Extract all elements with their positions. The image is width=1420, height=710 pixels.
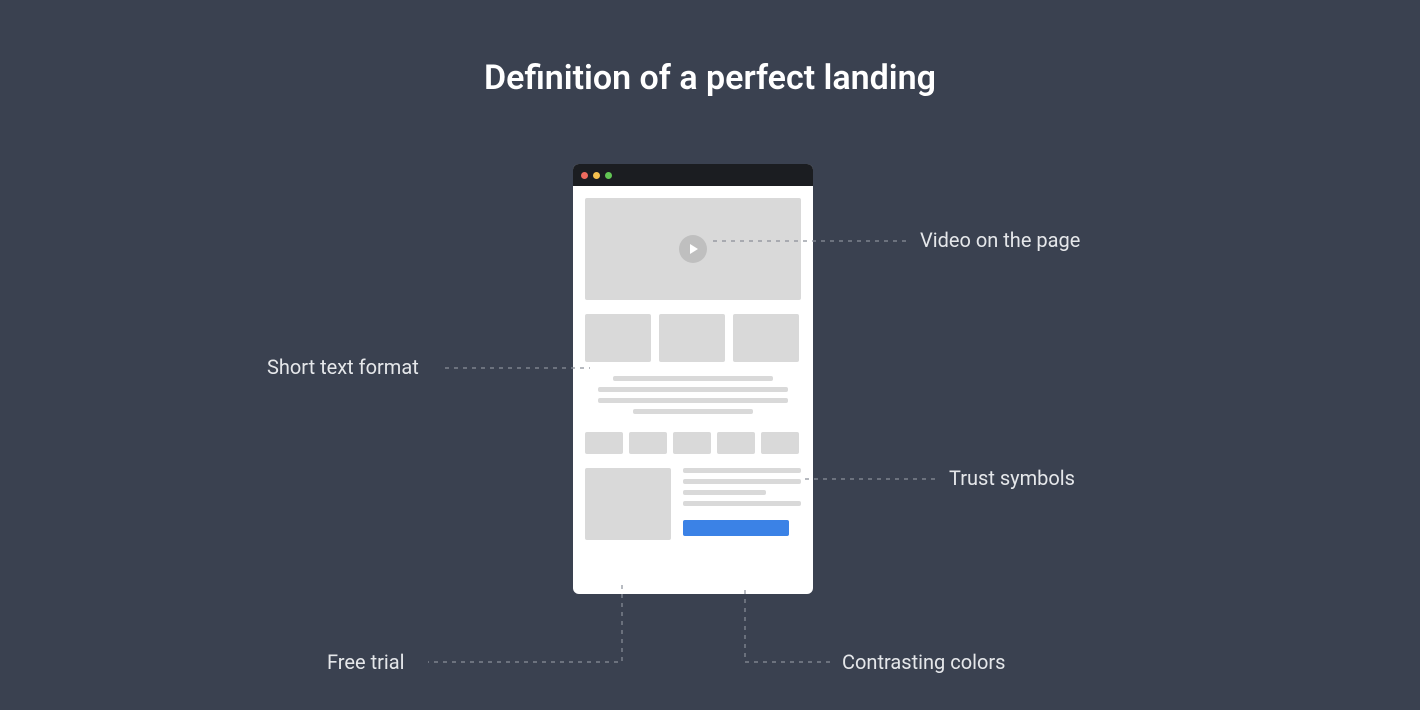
text-line (683, 479, 801, 484)
play-icon (679, 235, 707, 263)
window-close-icon (581, 172, 588, 179)
text-line (598, 398, 788, 403)
text-block (585, 376, 801, 414)
window-minimize-icon (593, 172, 600, 179)
thumbnail (733, 314, 799, 362)
text-line (683, 501, 801, 506)
thumbnail (585, 314, 651, 362)
trust-badge (761, 432, 799, 454)
window-titlebar (573, 164, 813, 186)
text-line (613, 376, 773, 381)
text-line (683, 490, 766, 495)
trust-badge-row (585, 432, 801, 454)
trust-badge (717, 432, 755, 454)
callout-trust: Trust symbols (949, 466, 1075, 490)
text-line (683, 468, 801, 473)
text-line (633, 409, 753, 414)
cta-button (683, 520, 789, 536)
window-maximize-icon (605, 172, 612, 179)
thumbnail-row (585, 314, 801, 362)
trust-badge (629, 432, 667, 454)
text-line (598, 387, 788, 392)
trust-badge (585, 432, 623, 454)
callout-video: Video on the page (920, 228, 1080, 252)
thumbnail (659, 314, 725, 362)
diagram-title: Definition of a perfect landing (0, 58, 1420, 98)
media-block (585, 468, 671, 540)
callout-short-text: Short text format (267, 355, 419, 379)
callout-contrast: Contrasting colors (842, 650, 1006, 674)
callout-free-trial: Free trial (327, 650, 405, 674)
bottom-row (585, 468, 801, 540)
hero-video-block (585, 198, 801, 300)
browser-mockup (573, 164, 813, 594)
paragraph-block (683, 468, 801, 536)
trust-badge (673, 432, 711, 454)
page-content (573, 186, 813, 552)
